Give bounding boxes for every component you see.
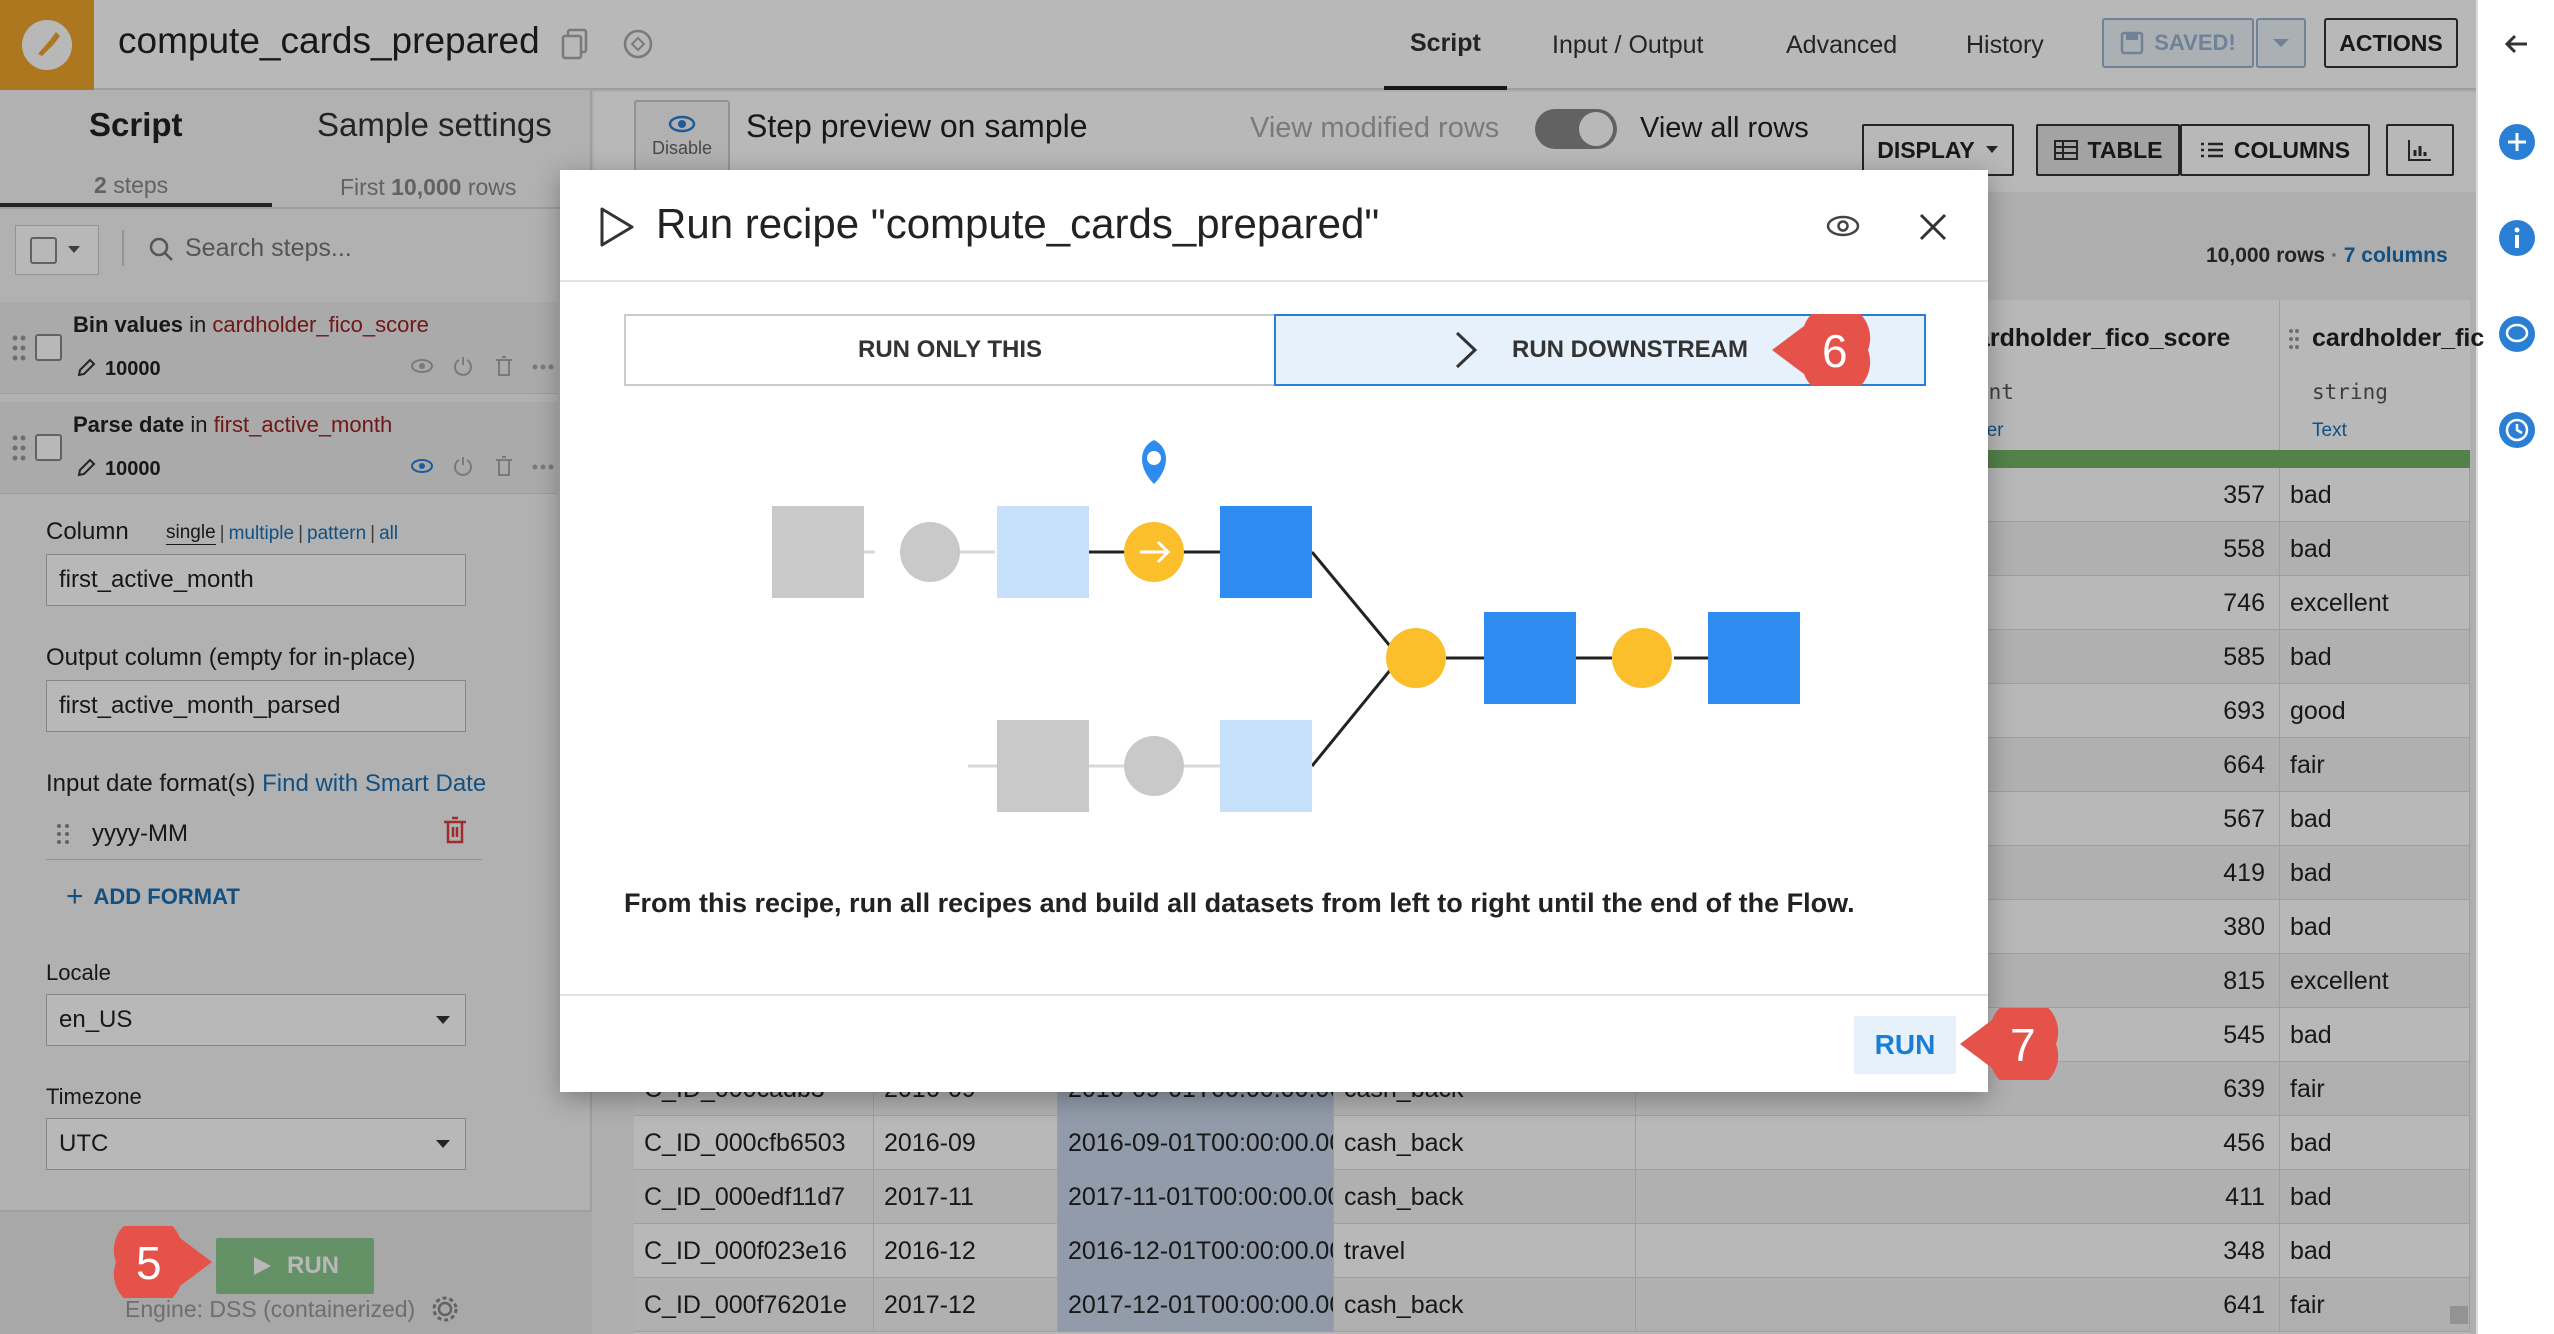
add-icon[interactable] bbox=[2497, 122, 2537, 162]
dataset-node bbox=[772, 506, 864, 598]
dataset-node bbox=[1220, 720, 1312, 812]
run-only-this-option[interactable]: RUN ONLY THIS bbox=[624, 314, 1276, 386]
dataset-node bbox=[1484, 612, 1576, 704]
dataset-node bbox=[997, 720, 1089, 812]
location-pin-icon bbox=[1142, 440, 1166, 484]
play-outline-icon bbox=[598, 206, 636, 248]
callout-6-number: 6 bbox=[1822, 325, 1848, 377]
chevron-right-icon bbox=[1455, 331, 1478, 369]
callout-6 bbox=[1766, 314, 1876, 386]
divider bbox=[560, 280, 1988, 282]
modal-title: Run recipe "compute_cards_prepared" bbox=[656, 200, 1380, 247]
divider bbox=[560, 994, 1988, 996]
info-icon[interactable] bbox=[2497, 218, 2537, 258]
dataset-node bbox=[1220, 506, 1312, 598]
recipe-node bbox=[1612, 628, 1672, 688]
discussion-icon[interactable] bbox=[2497, 314, 2537, 354]
recipe-node bbox=[1386, 628, 1446, 688]
recipe-node bbox=[1124, 736, 1184, 796]
eye-icon[interactable] bbox=[1826, 214, 1860, 238]
callout-7 bbox=[1954, 1008, 2064, 1080]
recipe-node bbox=[900, 522, 960, 582]
collapse-arrow-icon[interactable] bbox=[2497, 24, 2537, 64]
flow-diagram bbox=[772, 440, 1800, 812]
dataset-node bbox=[1708, 612, 1800, 704]
callout-7-number: 7 bbox=[2010, 1019, 2036, 1071]
right-rail bbox=[2476, 0, 2554, 1334]
run-recipe-modal: Run recipe "compute_cards_prepared" RUN … bbox=[560, 170, 1988, 1092]
callout-5: 5 bbox=[108, 1226, 218, 1298]
run-mode-description: From this recipe, run all recipes and bu… bbox=[624, 888, 1855, 918]
history-icon[interactable] bbox=[2497, 410, 2537, 450]
dataset-node bbox=[997, 506, 1089, 598]
close-icon[interactable] bbox=[1918, 212, 1948, 242]
modal-run-button[interactable]: RUN bbox=[1854, 1016, 1956, 1074]
